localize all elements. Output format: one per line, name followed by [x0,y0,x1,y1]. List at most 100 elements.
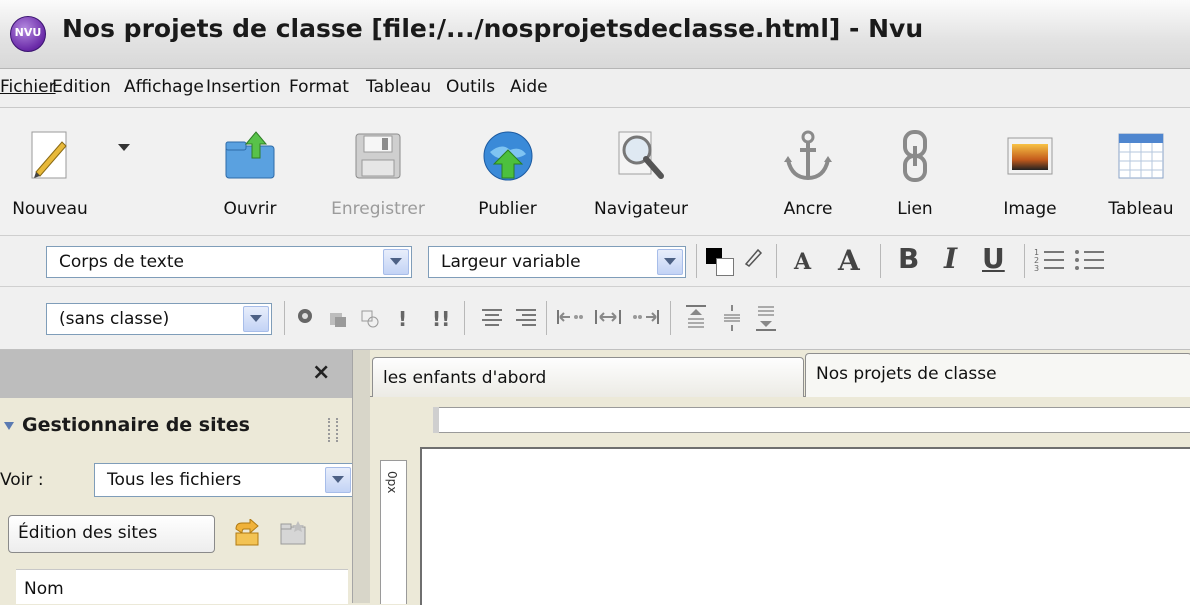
smaller-font-glyph: A [794,249,812,275]
menu-tableau[interactable]: Tableau [366,77,431,97]
separator [284,301,285,335]
menu-edition[interactable]: Edition [52,77,111,97]
bold-button[interactable]: B [898,242,919,275]
separator [776,244,777,278]
chevron-down-icon[interactable] [383,249,409,275]
align-center-icon[interactable] [480,307,504,327]
view-filter-value: Tous les fichiers [107,470,242,490]
new-folder-icon[interactable] [278,519,308,547]
nvu-app-icon[interactable]: NVU [10,16,46,52]
font-value: Largeur variable [441,252,581,272]
document-canvas[interactable] [420,447,1190,605]
anchor-icon [784,130,832,181]
class-select[interactable]: (sans classe) [46,303,272,335]
valign-middle-icon[interactable] [720,303,744,333]
menu-fichier[interactable]: Fichier [0,77,56,97]
separator [880,244,881,278]
new-button-label: Nouveau [12,199,88,219]
sidebar-header [0,350,352,398]
float-none-icon[interactable] [594,307,622,327]
link-button[interactable]: Lien [880,108,950,233]
publish-button[interactable]: Publier [465,108,550,233]
save-floppy-icon [355,133,401,179]
valign-top-icon[interactable] [684,303,708,333]
tab-les-enfants-dabord[interactable]: les enfants d'abord [372,357,804,397]
menu-format[interactable]: Format [289,77,349,97]
table-button[interactable]: Tableau [1092,108,1190,233]
panel-grip-icon[interactable] [328,418,338,442]
menu-bar: Fichier Edition Affichage Insertion Form… [0,69,1190,108]
new-document-icon [31,131,67,179]
file-list-header[interactable]: Nom [16,569,348,604]
separator [464,301,465,335]
numbered-list-icon[interactable]: 123 [1034,246,1066,274]
float-right-icon[interactable] [632,307,660,327]
new-dropdown-arrow-icon[interactable] [118,144,130,151]
element-style-icon[interactable] [328,309,348,329]
highlight-pen-icon[interactable] [742,246,764,268]
refresh-folder-icon[interactable] [232,519,262,547]
italic-button[interactable]: I [944,242,957,275]
anchor-button[interactable]: Ancre [768,108,848,233]
background-color-swatch[interactable] [716,258,734,276]
format-toolbar-2: (sans classe) ! !! [0,287,1190,350]
larger-font-button[interactable]: A [838,244,860,277]
align-right-icon[interactable] [514,307,538,327]
new-button[interactable]: Nouveau [0,108,100,233]
menu-insertion[interactable]: Insertion [206,77,281,97]
separator [670,301,671,335]
paragraph-format-select[interactable]: Corps de texte [46,246,412,278]
chevron-down-icon[interactable] [657,249,683,275]
menu-aide-label: Aide [510,77,548,97]
tab-nos-projets-de-classe[interactable]: Nos projets de classe [805,353,1190,397]
tab-label: Nos projets de classe [816,364,997,384]
vertical-ruler[interactable]: 0px [380,460,407,604]
separator [546,301,547,335]
menu-edition-label: Edition [52,77,111,97]
bold-glyph: B [898,242,920,275]
edit-sites-button[interactable]: Édition des sites [8,515,215,553]
open-folder-icon [225,131,275,179]
menu-outils[interactable]: Outils [446,77,495,97]
smaller-font-button[interactable]: A [794,249,811,275]
svg-text:3: 3 [1034,264,1039,273]
edit-sites-label: Édition des sites [18,523,158,543]
menu-affichage[interactable]: Affichage [124,77,204,97]
float-left-icon[interactable] [556,307,584,327]
browse-button[interactable]: Navigateur [582,108,700,233]
font-select[interactable]: Largeur variable [428,246,686,278]
sidebar-splitter[interactable] [352,350,372,603]
class-select-value: (sans classe) [59,309,170,329]
close-sidebar-button[interactable]: × [312,360,330,385]
view-filter-select[interactable]: Tous les fichiers [94,463,354,497]
underline-glyph: U [982,242,1005,275]
menu-outils-label: Outils [446,77,496,97]
bulleted-list-icon[interactable] [1074,246,1106,274]
collapse-triangle-icon[interactable] [4,422,14,430]
menu-format-label: Format [289,77,349,97]
link-button-label: Lien [897,199,933,219]
publish-button-label: Publier [478,199,537,219]
ruler-marker[interactable] [433,407,439,433]
horizontal-ruler[interactable] [433,407,1190,433]
chevron-down-icon[interactable] [243,306,269,332]
id-selector-icon[interactable] [296,307,316,327]
save-button[interactable]: Enregistrer [318,108,438,233]
menu-fichier-label: Fichier [0,77,56,97]
publish-globe-icon [483,131,532,181]
table-grid-icon [1118,133,1164,179]
open-button[interactable]: Ouvrir [205,108,295,233]
underline-button[interactable]: U [982,242,1005,275]
very-important-button[interactable]: !! [432,307,450,331]
image-picture-icon [1007,137,1053,175]
main-toolbar: Nouveau Ouvrir Enregistrer Publier Navig… [0,108,1190,236]
separator [1024,244,1025,278]
chevron-down-icon[interactable] [325,467,351,493]
important-button[interactable]: ! [398,307,407,331]
separator [696,244,697,278]
split-style-icon[interactable] [360,309,380,329]
image-button[interactable]: Image [985,108,1075,233]
menu-aide[interactable]: Aide [510,77,548,97]
browse-button-label: Navigateur [593,199,688,219]
valign-bottom-icon[interactable] [754,303,778,333]
